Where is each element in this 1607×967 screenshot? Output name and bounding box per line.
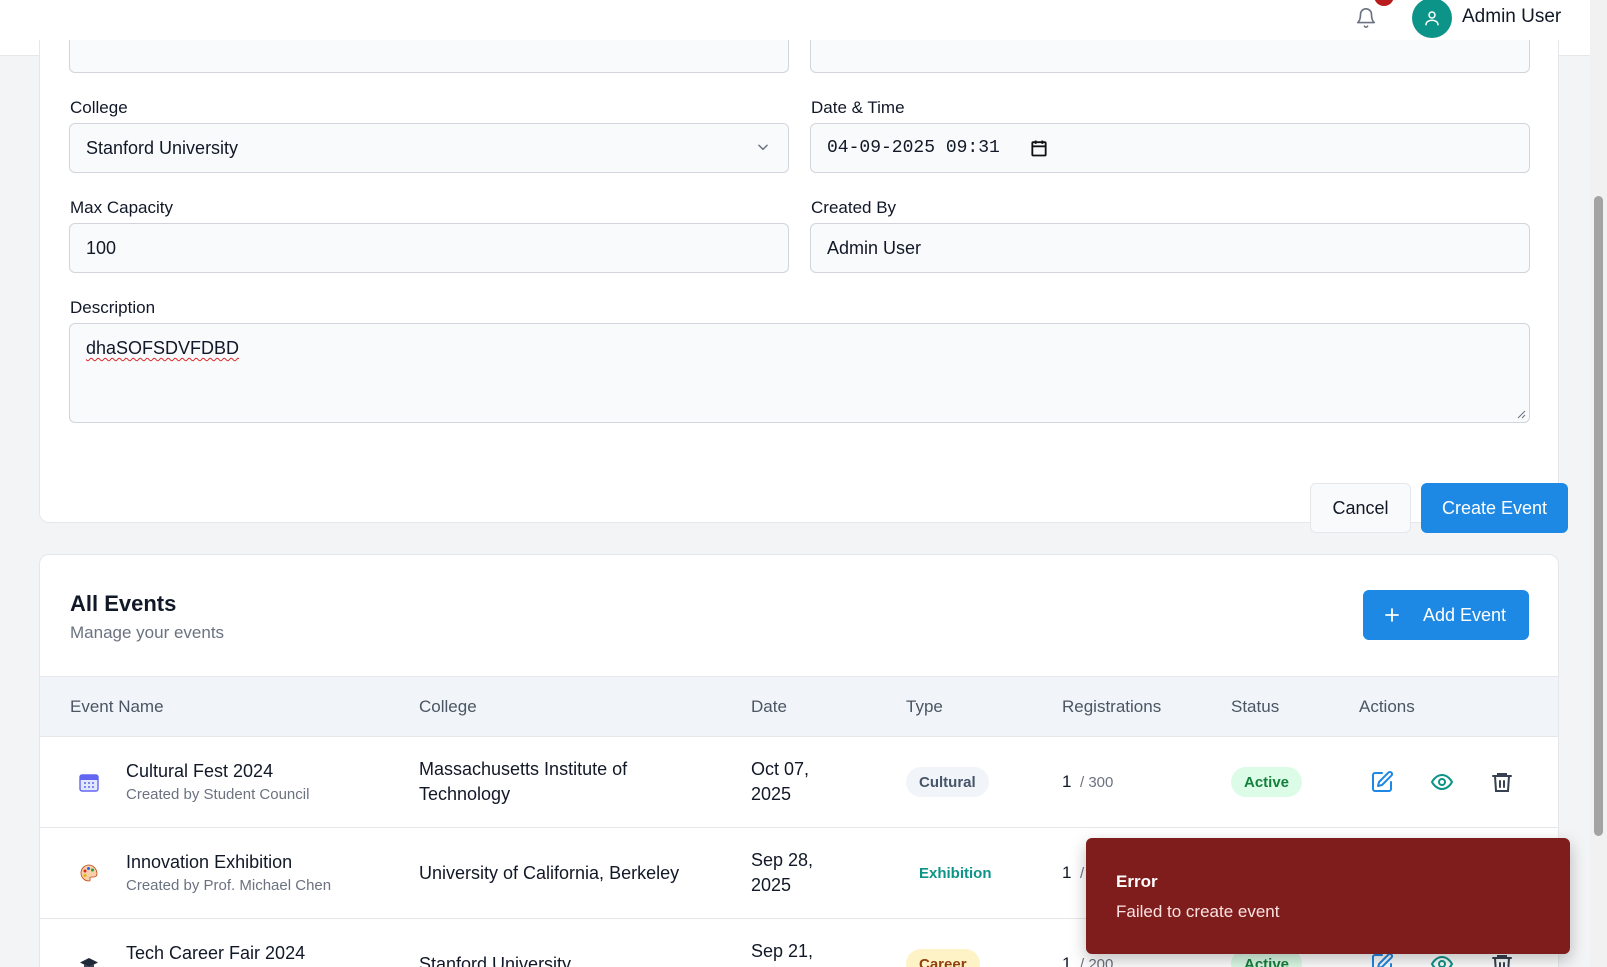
- event-type-field[interactable]: [810, 40, 1530, 73]
- section-subtitle: Manage your events: [70, 623, 225, 642]
- description-label: Description: [70, 298, 156, 317]
- toast-message: Failed to create event: [1116, 902, 1280, 921]
- registration-count: 1: [1062, 863, 1072, 882]
- user-icon: [1425, 11, 1439, 26]
- bell-icon[interactable]: [1355, 6, 1377, 30]
- scrollbar-thumb[interactable]: [1594, 196, 1603, 836]
- table-header: Event Name College Date Type Registratio…: [40, 676, 1558, 737]
- datetime-input[interactable]: 04-09-2025 09:31: [810, 123, 1530, 173]
- create-event-form: College Stanford University Date & Time …: [39, 40, 1568, 533]
- event-created-by: Created by Student Council: [126, 786, 310, 803]
- calendar-icon: [78, 772, 100, 794]
- error-toast[interactable]: Error Failed to create event: [1086, 838, 1570, 954]
- toast-title: Error: [1116, 872, 1158, 891]
- add-event-button[interactable]: Add Event: [1363, 590, 1529, 640]
- event-created-by: Created by Prof. Michael Chen: [126, 877, 332, 894]
- event-college: Stanford University: [419, 954, 572, 967]
- avatar[interactable]: [1412, 0, 1452, 38]
- datetime-value: 04-09-2025 09:31: [827, 138, 1000, 158]
- event-name: Innovation Exhibition: [126, 852, 293, 872]
- registration-capacity: / 300: [1080, 774, 1114, 791]
- column-header[interactable]: Registrations: [1062, 697, 1161, 717]
- chevron-down-icon: [758, 144, 768, 151]
- view-icon[interactable]: [1430, 770, 1454, 794]
- palette-icon: [78, 863, 100, 885]
- calendar-picker-icon[interactable]: [1029, 138, 1049, 158]
- section-title: All Events: [70, 591, 177, 616]
- event-name: Tech Career Fair 2024: [126, 943, 306, 963]
- event-date: Oct 07, 2025: [751, 759, 810, 804]
- column-header[interactable]: Date: [751, 697, 787, 717]
- event-college: Massachusetts Institute of Technology: [419, 759, 628, 804]
- registration-capacity: /: [1080, 865, 1085, 882]
- event-date: Sep 21,: [751, 941, 814, 961]
- edit-icon[interactable]: [1370, 952, 1394, 967]
- college-select-value: Stanford University: [86, 137, 239, 158]
- resize-handle-icon[interactable]: [1516, 409, 1526, 419]
- type-badge: Career: [906, 949, 980, 967]
- user-name[interactable]: Admin User: [1462, 6, 1561, 28]
- created-by-label: Created By: [811, 198, 897, 217]
- column-header[interactable]: Type: [906, 697, 943, 717]
- datetime-label: Date & Time: [811, 98, 905, 117]
- column-header[interactable]: Status: [1231, 697, 1279, 717]
- add-event-label: Add Event: [1423, 604, 1507, 625]
- event-name: Cultural Fest 2024: [126, 761, 274, 781]
- registration-count: 1: [1062, 954, 1072, 967]
- description-value: dhaSOFSDVFDBD: [86, 338, 240, 358]
- description-textarea[interactable]: dhaSOFSDVFDBD: [69, 323, 1530, 423]
- created-by-input[interactable]: Admin User: [810, 223, 1530, 273]
- type-badge: Cultural: [906, 767, 989, 797]
- capacity-label: Max Capacity: [70, 198, 173, 217]
- type-badge: Exhibition: [906, 858, 1005, 888]
- trash-icon[interactable]: [1490, 952, 1514, 967]
- capacity-value: 100: [86, 237, 117, 258]
- event-name-field[interactable]: [69, 40, 789, 73]
- event-college: University of California, Berkeley: [419, 863, 680, 883]
- registration-count: 1: [1062, 772, 1072, 791]
- column-header: Actions: [1359, 697, 1415, 716]
- table-row[interactable]: Cultural Fest 2024 Created by Student Co…: [40, 737, 1558, 828]
- college-select[interactable]: Stanford University: [69, 123, 789, 173]
- graduation-cap-icon: [78, 954, 100, 967]
- plus-icon: [1385, 608, 1399, 622]
- event-date: Sep 28, 2025: [751, 850, 814, 895]
- notification-badge: [1374, 0, 1394, 6]
- status-badge: Active: [1231, 767, 1303, 797]
- cancel-button[interactable]: Cancel: [1310, 483, 1411, 533]
- column-header[interactable]: Event Name: [70, 697, 164, 717]
- column-header[interactable]: College: [419, 697, 477, 717]
- registration-capacity: / 200: [1080, 956, 1114, 967]
- edit-icon[interactable]: [1370, 770, 1394, 794]
- college-label: College: [70, 98, 128, 117]
- view-icon[interactable]: [1430, 952, 1454, 967]
- create-event-button[interactable]: Create Event: [1421, 483, 1568, 533]
- page-scrollbar[interactable]: [1590, 0, 1607, 967]
- trash-icon[interactable]: [1490, 770, 1514, 794]
- capacity-input[interactable]: 100: [69, 223, 789, 273]
- created-by-value: Admin User: [827, 237, 922, 258]
